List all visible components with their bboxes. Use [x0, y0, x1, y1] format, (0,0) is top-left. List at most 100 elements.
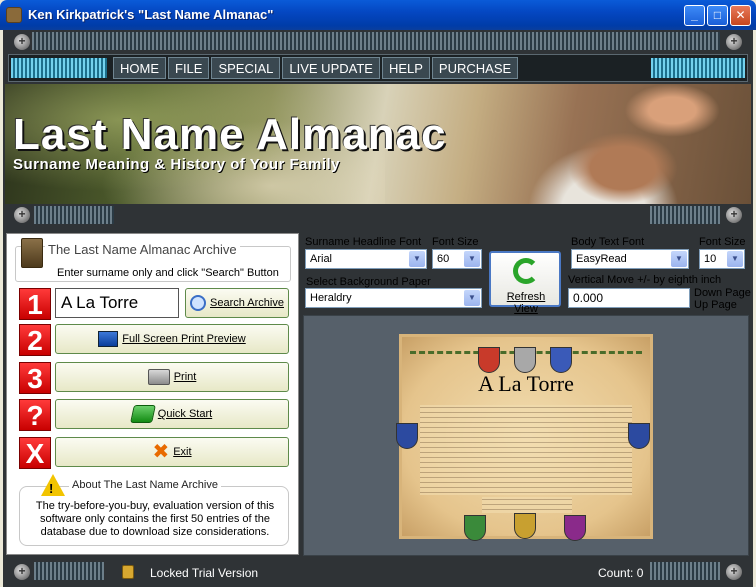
crest-shield-icon: [628, 423, 650, 449]
quick-start-button[interactable]: Quick Start: [55, 399, 289, 429]
magnifier-icon: [190, 295, 206, 311]
body-size-select[interactable]: 10 ▼: [699, 249, 745, 269]
background-paper-label: Select Background Paper: [306, 276, 431, 288]
vertical-move-input[interactable]: [568, 288, 690, 308]
about-title: About The Last Name Archive: [69, 479, 221, 491]
preview-footer-lines: [482, 497, 572, 513]
divider-grille-right: [650, 206, 720, 224]
lock-icon: [122, 565, 134, 579]
rivet-plus-icon: +: [14, 34, 30, 50]
banner-subtitle: Surname Meaning & History of Your Family: [13, 156, 341, 173]
background-paper-select[interactable]: Heraldry ▼: [305, 288, 482, 308]
step-2-badge: 2: [19, 324, 51, 356]
headline-size-select[interactable]: 60 ▼: [432, 249, 482, 269]
crest-shield-icon: [464, 515, 486, 541]
body-font-label: Body Text Font: [571, 236, 645, 248]
menu-bar: HOME FILE SPECIAL LIVE UPDATE HELP PURCH…: [8, 54, 748, 82]
help-badge: ?: [19, 399, 51, 431]
body-size-label: Font Size: [699, 236, 746, 248]
rivet-plus-icon: +: [14, 564, 30, 580]
rivet-plus-icon: +: [726, 207, 742, 223]
book-icon: [21, 238, 43, 268]
banner-title: Last Name Almanac: [13, 110, 447, 159]
status-grille-left: [34, 562, 104, 580]
vertical-move-label: Vertical Move +/- by eighth inch: [568, 274, 722, 286]
body-font-value: EasyRead: [576, 253, 627, 265]
preview-body-text-lines: [420, 405, 632, 495]
exit-badge: X: [19, 437, 51, 469]
chevron-down-icon: ▼: [671, 251, 687, 267]
menu-home[interactable]: HOME: [113, 57, 166, 79]
exit-x-icon: ✖: [152, 441, 170, 463]
count-status-text: Count: 0: [598, 566, 644, 580]
crest-shield-icon: [396, 423, 418, 449]
headline-font-label: Surname Headline Font: [305, 236, 422, 248]
refresh-icon: [513, 258, 539, 284]
preview-label: Full Screen Print Preview: [122, 333, 246, 345]
down-page-button[interactable]: Down Page: [694, 287, 751, 299]
printer-icon: [147, 369, 170, 385]
crest-shield-icon: [478, 347, 500, 373]
archive-panel: The Last Name Almanac Archive Enter surn…: [6, 233, 299, 555]
headline-size-label: Font Size: [432, 236, 479, 248]
minimize-button[interactable]: _: [684, 5, 705, 26]
body-size-value: 10: [704, 253, 717, 265]
search-archive-label: Search Archive: [210, 297, 284, 309]
menu-purchase[interactable]: PURCHASE: [431, 57, 519, 79]
refresh-view-button[interactable]: Refresh View: [489, 251, 561, 315]
background-paper-value: Heraldry: [310, 292, 352, 304]
menu-file[interactable]: FILE: [168, 57, 210, 79]
close-button[interactable]: ✕: [730, 5, 751, 26]
rivet-plus-icon: +: [726, 34, 742, 50]
rivet-plus-icon: +: [14, 207, 30, 223]
crest-shield-icon: [514, 513, 536, 539]
archive-hint: Enter surname only and click "Search" Bu…: [57, 267, 279, 279]
chevron-down-icon: ▼: [464, 251, 480, 267]
headline-font-select[interactable]: Arial ▼: [305, 249, 427, 269]
quick-start-book-icon: [129, 405, 156, 423]
app-icon: [6, 7, 22, 23]
banner-family-photo: [505, 84, 751, 204]
menu-special[interactable]: SPECIAL: [211, 57, 281, 79]
top-grille: [32, 32, 720, 50]
surname-input[interactable]: [55, 288, 179, 318]
headline-font-value: Arial: [310, 253, 333, 265]
trial-status-text: Locked Trial Version: [150, 566, 259, 580]
print-preview-area: A La Torre: [303, 315, 749, 556]
crest-shield-icon: [564, 515, 586, 541]
rivet-plus-icon: +: [726, 564, 742, 580]
divider-grille-left: [34, 206, 114, 224]
chevron-down-icon: ▼: [727, 251, 743, 267]
banner: Last Name Almanac Surname Meaning & Hist…: [5, 84, 751, 204]
preview-surname: A La Torre: [478, 371, 574, 396]
archive-title: The Last Name Almanac Archive: [45, 242, 240, 257]
step-3-badge: 3: [19, 362, 51, 394]
full-screen-preview-button[interactable]: Full Screen Print Preview: [55, 324, 289, 354]
quick-start-label: Quick Start: [157, 408, 213, 420]
menu-live-update[interactable]: LIVE UPDATE: [282, 57, 380, 79]
menu-help[interactable]: HELP: [381, 57, 430, 79]
refresh-view-label: Refresh View: [506, 291, 546, 315]
exit-label: Exit: [173, 446, 192, 458]
headline-size-value: 60: [437, 253, 450, 265]
up-page-button[interactable]: Up Page: [694, 299, 737, 311]
status-grille-right: [650, 562, 720, 580]
chevron-down-icon: ▼: [409, 251, 425, 267]
about-text: The try-before-you-buy, evaluation versi…: [35, 500, 275, 538]
title-bar: Ken Kirkpatrick's "Last Name Almanac" _ …: [0, 0, 756, 30]
exit-button[interactable]: ✖ Exit: [55, 437, 289, 467]
body-font-select[interactable]: EasyRead ▼: [571, 249, 689, 269]
crest-shield-icon: [550, 347, 572, 373]
window-title: Ken Kirkpatrick's "Last Name Almanac": [28, 7, 274, 22]
step-1-badge: 1: [19, 288, 51, 320]
maximize-button[interactable]: □: [707, 5, 728, 26]
crest-helmet-icon: [514, 347, 536, 373]
print-button[interactable]: Print: [55, 362, 289, 392]
monitor-icon: [98, 331, 119, 347]
search-archive-button[interactable]: Search Archive: [185, 288, 289, 318]
print-label: Print: [173, 371, 197, 383]
menu-grille-left: [11, 58, 107, 78]
main-menu: HOME FILE SPECIAL LIVE UPDATE HELP PURCH…: [113, 57, 520, 79]
menu-grille-right: [651, 58, 745, 78]
warning-icon-mark: !: [49, 481, 54, 496]
